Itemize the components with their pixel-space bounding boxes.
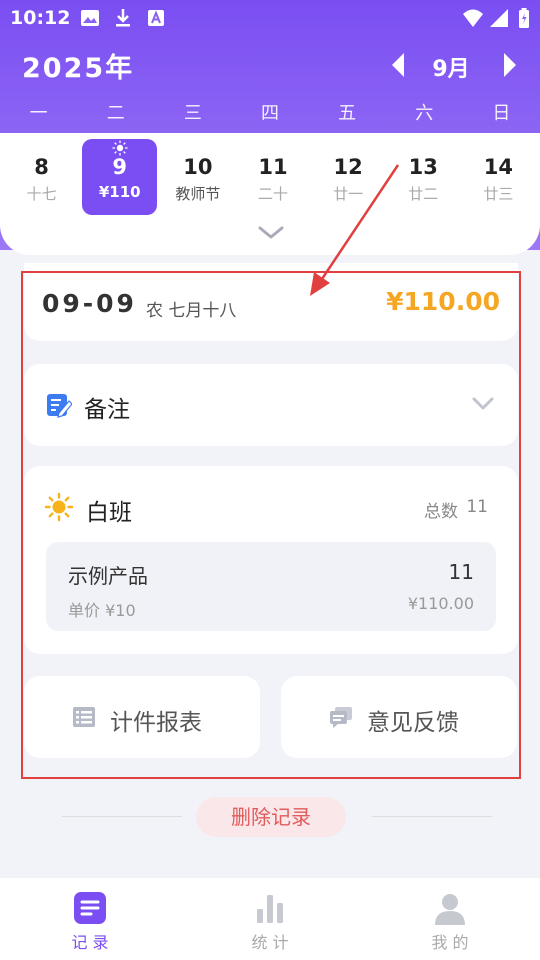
weekday-label: 四 bbox=[260, 103, 279, 124]
lunar-day: 廿二 bbox=[408, 185, 439, 203]
day-shift-sun-icon bbox=[112, 140, 128, 156]
profile-icon bbox=[435, 894, 465, 925]
note-title: 备注 bbox=[84, 397, 130, 423]
day-number: 14 bbox=[483, 155, 514, 179]
shift-title: 白班 bbox=[86, 500, 132, 526]
weekday-label: 六 bbox=[415, 103, 434, 124]
day-number: 12 bbox=[333, 155, 363, 179]
year-label: 2025年 bbox=[22, 53, 135, 84]
day-number: 8 bbox=[34, 155, 49, 179]
product-name: 示例产品 bbox=[68, 564, 148, 588]
feedback-chat-icon bbox=[330, 707, 352, 728]
day-cell-selected[interactable]: 9 ¥110 bbox=[82, 139, 158, 215]
chevron-down-icon[interactable] bbox=[472, 397, 494, 411]
next-month-icon[interactable] bbox=[502, 52, 518, 78]
piecework-report-button[interactable]: 计件报表 bbox=[24, 676, 260, 758]
weekday-label: 一 bbox=[29, 103, 48, 124]
day-amount: ¥110 bbox=[98, 183, 141, 201]
day-number: 10 bbox=[183, 155, 213, 179]
day-number: 11 bbox=[258, 155, 288, 179]
status-time: 10:12 bbox=[10, 7, 71, 29]
note-edit-icon bbox=[47, 394, 72, 418]
delete-record-button[interactable]: 删除记录 bbox=[196, 797, 346, 837]
sun-icon bbox=[44, 492, 74, 522]
battery-icon bbox=[519, 8, 529, 28]
tab-records[interactable]: 记 录 bbox=[0, 878, 180, 960]
weekday-label: 三 bbox=[183, 103, 202, 124]
day-cell[interactable]: 12 廿一 bbox=[311, 139, 386, 215]
app-notification-icon bbox=[148, 10, 164, 26]
stats-icon bbox=[257, 895, 283, 923]
tab-statistics[interactable]: 统 计 bbox=[180, 878, 360, 960]
table-report-icon bbox=[73, 707, 95, 727]
weekday-label: 五 bbox=[338, 103, 357, 124]
download-notification-icon bbox=[116, 9, 130, 27]
lunar-day: 二十 bbox=[257, 185, 288, 203]
status-bar: 10:12 bbox=[0, 0, 540, 36]
month-navigator: 9月 bbox=[384, 46, 524, 84]
day-number: 13 bbox=[408, 155, 438, 179]
festival-label: 教师节 bbox=[175, 185, 221, 203]
signal-icon bbox=[490, 9, 508, 27]
record-icon bbox=[74, 892, 106, 924]
tab-profile[interactable]: 我 的 bbox=[360, 878, 540, 960]
tab-records-label: 记 录 bbox=[71, 933, 109, 952]
product-amount: ¥110.00 bbox=[407, 594, 474, 613]
record-date: 09-09 bbox=[42, 289, 137, 318]
record-summary-card: 09-09 农 七月十八 ¥110.00 bbox=[24, 263, 518, 341]
lunar-day: 廿三 bbox=[483, 185, 514, 203]
shift-card: 白班 总数 11 示例产品 11 单价 ¥10 ¥110.00 bbox=[24, 466, 518, 654]
expand-calendar-chevron-icon[interactable] bbox=[258, 225, 284, 241]
month-label[interactable]: 9月 bbox=[414, 51, 488, 83]
wifi-icon bbox=[463, 9, 483, 27]
image-notification-icon bbox=[81, 10, 99, 26]
weekday-label: 日 bbox=[492, 103, 511, 124]
lunar-day: 廿一 bbox=[333, 185, 364, 203]
week-date-strip: 8 十七 9 ¥110 10 教师节 11 二十 12 廿一 13 廿二 14 … bbox=[0, 133, 540, 255]
lunar-day: 十七 bbox=[26, 185, 57, 203]
day-cell[interactable]: 8 十七 bbox=[4, 139, 79, 215]
weekday-row: 一 二 三 四 五 六 日 bbox=[0, 99, 540, 125]
tab-statistics-label: 统 计 bbox=[251, 933, 289, 952]
note-section[interactable]: 备注 bbox=[24, 364, 518, 446]
divider-left bbox=[62, 816, 182, 817]
divider-right bbox=[372, 816, 492, 817]
record-total-amount: ¥110.00 bbox=[386, 287, 500, 316]
tab-profile-label: 我 的 bbox=[431, 933, 469, 952]
day-cell[interactable]: 11 二十 bbox=[235, 139, 310, 215]
day-cell[interactable]: 10 教师节 bbox=[160, 139, 235, 215]
product-quantity: 11 bbox=[448, 560, 474, 584]
shift-total-label: 总数 bbox=[424, 502, 458, 522]
piecework-report-label: 计件报表 bbox=[110, 710, 202, 736]
previous-month-icon[interactable] bbox=[390, 52, 406, 78]
weekday-label: 二 bbox=[106, 103, 125, 124]
record-lunar-date: 农 七月十八 bbox=[146, 301, 237, 321]
feedback-button[interactable]: 意见反馈 bbox=[281, 676, 517, 758]
day-cell[interactable]: 14 廿三 bbox=[461, 139, 536, 215]
day-number: 9 bbox=[112, 155, 128, 179]
bottom-tab-bar: 记 录 统 计 我 的 bbox=[0, 878, 540, 960]
day-cell[interactable]: 13 廿二 bbox=[386, 139, 461, 215]
product-unit-price: 单价 ¥10 bbox=[68, 601, 136, 620]
feedback-label: 意见反馈 bbox=[367, 710, 459, 736]
shift-total-value: 11 bbox=[466, 497, 488, 517]
product-entry[interactable]: 示例产品 11 单价 ¥10 ¥110.00 bbox=[46, 542, 496, 631]
